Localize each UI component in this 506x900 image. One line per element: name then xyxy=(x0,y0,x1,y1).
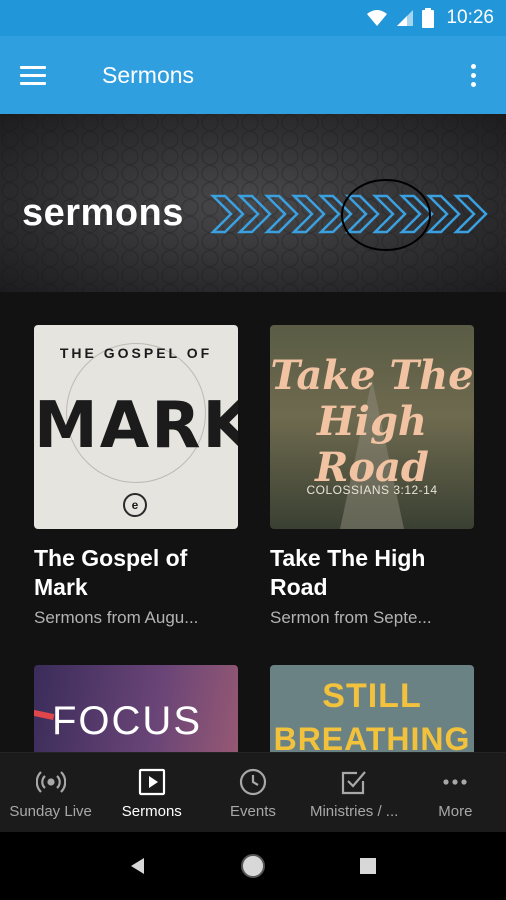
bottom-navigation: Sunday Live Sermons Events Ministries / … xyxy=(0,752,506,832)
clock-icon xyxy=(238,767,268,797)
nav-item-sunday-live[interactable]: Sunday Live xyxy=(0,753,101,833)
sermon-series-grid: THE GOSPEL OF MARK e The Gospel of Mark … xyxy=(0,292,506,752)
back-button[interactable] xyxy=(118,846,158,886)
series-card[interactable]: THE GOSPEL OF MARK e The Gospel of Mark … xyxy=(34,325,238,628)
recents-square-icon xyxy=(360,858,377,874)
status-time: 10:26 xyxy=(446,7,494,28)
series-artwork[interactable]: Take The High Road COLOSSIANS 3:12-14 xyxy=(270,325,474,529)
series-subtitle: Sermons from Augu... xyxy=(34,608,199,627)
overflow-menu-button[interactable] xyxy=(458,55,488,95)
home-button[interactable] xyxy=(233,846,273,886)
series-title[interactable]: Take The High Road xyxy=(270,544,474,602)
church-logo-icon: e xyxy=(123,493,147,517)
more-vertical-icon xyxy=(470,63,476,69)
series-subtitle: Sermon from Septe... xyxy=(270,608,432,627)
nav-item-sermons[interactable]: Sermons xyxy=(101,753,202,833)
hamburger-icon xyxy=(20,65,46,69)
banner-title: sermons xyxy=(22,192,184,234)
broadcast-icon xyxy=(35,767,66,797)
system-navigation-bar xyxy=(0,832,506,900)
home-circle-icon xyxy=(240,854,265,878)
recents-button[interactable] xyxy=(348,846,388,886)
series-artwork[interactable]: THE GOSPEL OF MARK e xyxy=(34,325,238,529)
series-card[interactable]: Take The High Road COLOSSIANS 3:12-14 Ta… xyxy=(270,325,474,628)
status-bar: 10:26 xyxy=(0,0,506,36)
nav-item-more[interactable]: More xyxy=(405,753,506,833)
nav-item-ministries[interactable]: Ministries / ... xyxy=(304,753,405,833)
nav-item-events[interactable]: Events xyxy=(202,753,303,833)
sermons-banner: sermons xyxy=(0,114,506,292)
series-artwork[interactable]: STILL BREATHING xyxy=(270,665,474,752)
menu-button[interactable] xyxy=(20,55,60,95)
battery-icon xyxy=(422,8,435,28)
series-card[interactable]: STILL BREATHING xyxy=(270,665,474,752)
series-title[interactable]: The Gospel of Mark xyxy=(34,544,238,602)
page-title: Sermons xyxy=(102,61,195,88)
app-bar: Sermons xyxy=(0,36,506,114)
play-square-icon xyxy=(137,767,167,797)
cell-signal-icon xyxy=(397,10,414,26)
series-card[interactable]: FOCUS xyxy=(34,665,238,752)
back-triangle-icon xyxy=(130,858,144,874)
wifi-icon xyxy=(367,10,388,26)
checkbox-icon xyxy=(339,767,369,797)
series-artwork[interactable]: FOCUS xyxy=(34,665,238,752)
more-horizontal-icon xyxy=(440,767,470,797)
